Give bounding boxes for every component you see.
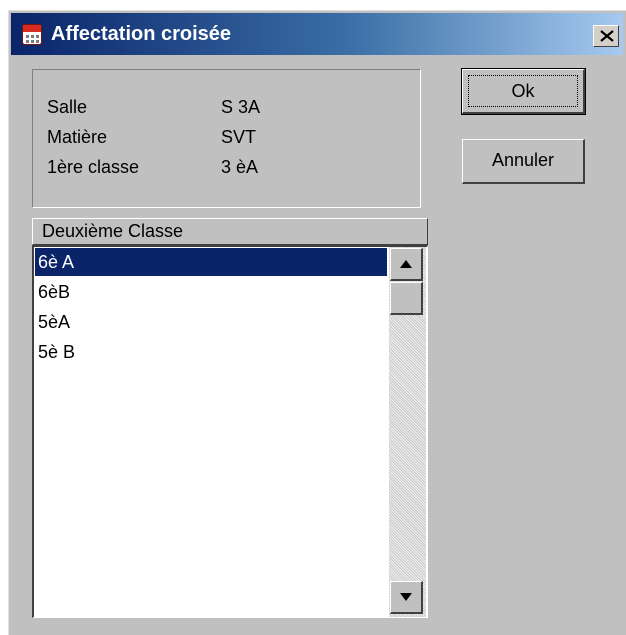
info-value: 3 èA — [221, 157, 259, 177]
scroll-thumb[interactable] — [390, 282, 423, 315]
ok-button[interactable]: Ok — [461, 68, 586, 115]
affectation-dialog: Affectation croisée Salle S 3A Matière SVT… — [8, 10, 626, 635]
close-icon — [600, 30, 614, 42]
calendar-icon — [22, 24, 42, 45]
close-button[interactable] — [593, 25, 619, 47]
window-title: Affectation croisée — [51, 23, 232, 45]
vertical-scrollbar[interactable] — [389, 247, 426, 617]
cancel-button[interactable]: Annuler — [462, 139, 585, 184]
list-item[interactable]: 5è B — [35, 338, 387, 366]
info-value: SVT — [221, 127, 257, 147]
info-panel: Salle S 3A Matière SVT 1ère classe 3 èA — [32, 69, 421, 208]
info-row-matiere: Matière SVT — [47, 126, 256, 148]
list-column-header[interactable]: Deuxième Classe — [32, 218, 428, 245]
arrow-down-icon — [400, 593, 412, 601]
info-label: Salle — [47, 97, 88, 117]
info-label: Matière — [47, 127, 108, 147]
info-label: 1ère classe — [47, 157, 140, 177]
deuxieme-classe-list[interactable]: 6è A 6èB 5èA 5è B — [32, 245, 428, 618]
info-row-premiere-classe: 1ère classe 3 èA — [47, 156, 258, 178]
ok-button-label: Ok — [468, 75, 578, 107]
list-item[interactable]: 5èA — [35, 308, 387, 336]
list-item[interactable]: 6èB — [35, 278, 387, 306]
title-bar[interactable]: Affectation croisée — [11, 13, 623, 55]
arrow-up-icon — [400, 260, 412, 268]
scroll-down-button[interactable] — [390, 581, 423, 614]
info-value: S 3A — [221, 97, 261, 117]
info-row-salle: Salle S 3A — [47, 96, 260, 118]
list-item[interactable]: 6è A — [35, 248, 387, 276]
scroll-up-button[interactable] — [390, 248, 423, 281]
